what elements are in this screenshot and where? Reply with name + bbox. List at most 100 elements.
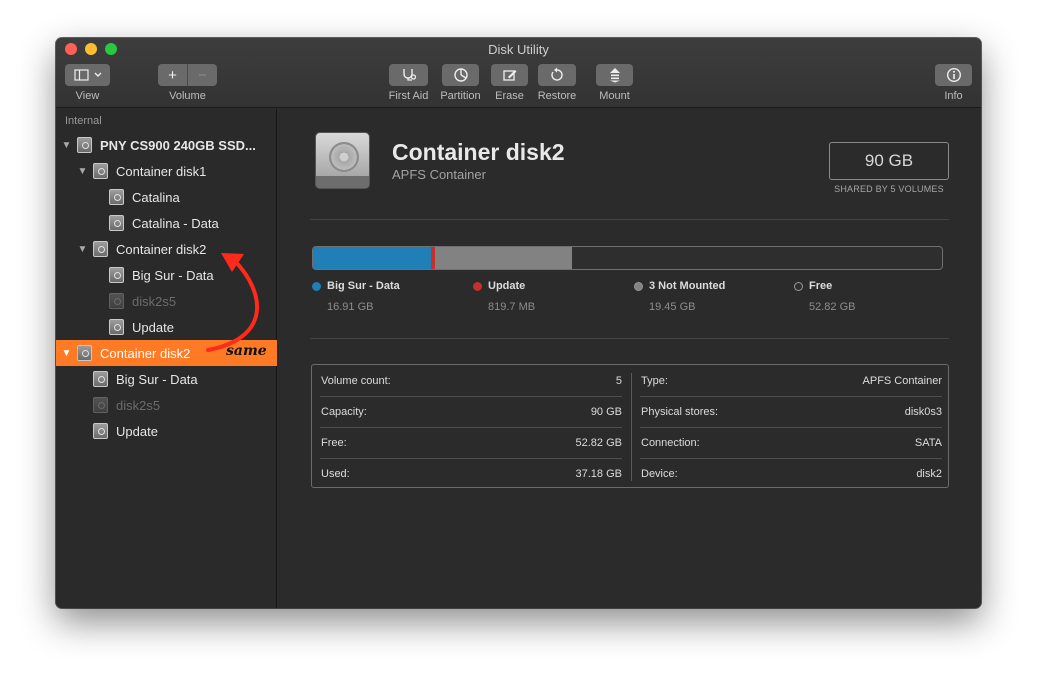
- erase-button[interactable]: [491, 64, 528, 86]
- restore-label: Restore: [537, 90, 577, 102]
- sidebar-item-volume[interactable]: Catalina: [56, 184, 277, 210]
- hard-disk-icon: [77, 137, 92, 153]
- legend-name: Update: [488, 280, 526, 292]
- detail-row: Volume count: 5: [312, 365, 622, 396]
- detail-value: disk2: [916, 467, 942, 480]
- volume-segment: + −: [158, 64, 217, 86]
- sidebar-item-label: Big Sur - Data: [132, 267, 214, 283]
- restore-button[interactable]: [538, 64, 576, 86]
- detail-row: Capacity: 90 GB: [312, 396, 622, 427]
- sidebar-item-volume[interactable]: Update: [56, 418, 277, 444]
- remove-volume-button[interactable]: −: [187, 64, 217, 86]
- usage-segment-big-sur-data: [313, 247, 431, 269]
- detail-value: 52.82 GB: [575, 436, 622, 449]
- sidebar-item-label: Container disk2: [116, 241, 207, 257]
- legend-name: Free: [809, 280, 833, 292]
- device-size-note: SHARED BY 5 VOLUMES: [834, 184, 944, 194]
- legend-update: Update 819.7 MB: [473, 280, 535, 313]
- info-button[interactable]: [935, 64, 972, 86]
- detail-label: Volume count:: [321, 374, 391, 387]
- detail-value: 90 GB: [590, 405, 622, 418]
- hard-disk-icon: [93, 371, 108, 387]
- first-aid-button[interactable]: [389, 64, 428, 86]
- details-table: Volume count: 5 Capacity: 90 GB Free: 52.82…: [311, 364, 949, 488]
- divider: [310, 219, 949, 220]
- toolbar: Disk Utility View + − Volume First Aid P…: [56, 38, 981, 108]
- detail-value: APFS Container: [862, 374, 942, 387]
- legend-value: 16.91 GB: [327, 301, 374, 313]
- hard-disk-icon: [109, 215, 124, 231]
- info-icon: [946, 67, 961, 83]
- detail-label: Used:: [321, 467, 350, 480]
- hard-disk-icon: [109, 293, 124, 309]
- detail-value: 37.18 GB: [575, 467, 622, 480]
- detail-row: Connection: SATA: [632, 427, 942, 458]
- sidebar-item-volume-unmounted[interactable]: disk2s5: [56, 392, 277, 418]
- detail-row: Device: disk2: [632, 458, 942, 489]
- sidebar-item-container-disk2[interactable]: ▼ Container disk2: [56, 236, 277, 262]
- disclosure-triangle-icon[interactable]: ▼: [77, 166, 88, 177]
- view-label: View: [75, 90, 100, 102]
- legend-value: 19.45 GB: [649, 301, 696, 313]
- device-size: 90 GB: [829, 142, 949, 180]
- detail-value: 5: [615, 374, 622, 387]
- legend-value: 52.82 GB: [809, 301, 856, 313]
- usage-bar: [312, 246, 943, 270]
- view-button[interactable]: [65, 64, 110, 86]
- hard-disk-icon: [315, 132, 370, 189]
- disclosure-triangle-icon[interactable]: ▼: [61, 140, 72, 151]
- sidebar-item-label: Catalina - Data: [132, 215, 219, 231]
- hard-disk-icon: [109, 319, 124, 335]
- detail-label: Free:: [321, 436, 347, 449]
- sidebar-item-label: Container disk2: [100, 345, 191, 361]
- sidebar-item-container-disk1[interactable]: ▼ Container disk1: [56, 158, 277, 184]
- sidebar-item-volume[interactable]: Catalina - Data: [56, 210, 277, 236]
- sidebar-item-volume[interactable]: Update: [56, 314, 277, 340]
- legend-not-mounted: 3 Not Mounted 19.45 GB: [634, 280, 725, 313]
- sidebar-item-label: Update: [132, 319, 174, 335]
- detail-value: SATA: [914, 436, 942, 449]
- legend-name: Big Sur - Data: [327, 280, 400, 292]
- detail-label: Physical stores:: [641, 405, 719, 418]
- restore-icon: [551, 67, 563, 81]
- sidebar-item-volume[interactable]: Big Sur - Data: [56, 262, 277, 288]
- legend-free: Free 52.82 GB: [794, 280, 855, 313]
- legend-dot: [634, 281, 643, 291]
- partition-label: Partition: [440, 90, 481, 102]
- sidebar-item-label: PNY CS900 240GB SSD...: [100, 137, 256, 153]
- sidebar-item-volume-unmounted[interactable]: disk2s5: [56, 288, 277, 314]
- stethoscope-icon: [402, 69, 416, 81]
- disclosure-triangle-icon[interactable]: ▼: [77, 244, 88, 255]
- sidebar-item-label: Catalina: [132, 189, 180, 205]
- add-volume-button[interactable]: +: [158, 64, 187, 86]
- divider: [310, 338, 949, 339]
- mount-button[interactable]: [596, 64, 633, 86]
- detail-label: Device:: [641, 467, 678, 480]
- hard-disk-icon: [109, 267, 124, 283]
- sidebar-section-internal: Internal: [65, 115, 102, 127]
- detail-row: Physical stores: disk0s3: [632, 396, 942, 427]
- legend-big-sur-data: Big Sur - Data 16.91 GB: [312, 280, 400, 313]
- legend-dot: [473, 281, 482, 291]
- sidebar-item-label: Update: [116, 423, 158, 439]
- detail-value: disk0s3: [904, 405, 942, 418]
- sidebar-item-disk[interactable]: ▼ PNY CS900 240GB SSD...: [56, 132, 277, 158]
- detail-label: Type:: [641, 374, 668, 387]
- sidebar-item-label: Big Sur - Data: [116, 371, 198, 387]
- annotation-text: same: [226, 343, 267, 359]
- sidebar-item-label: disk2s5: [116, 397, 161, 413]
- hard-disk-icon: [109, 189, 124, 205]
- disclosure-triangle-icon[interactable]: ▼: [61, 348, 72, 359]
- hard-disk-icon: [93, 423, 108, 439]
- detail-row: Used: 37.18 GB: [312, 458, 622, 489]
- partition-icon: [453, 68, 468, 82]
- volume-label: Volume: [169, 90, 206, 102]
- hard-disk-icon: [93, 163, 108, 179]
- hard-disk-icon: [77, 345, 92, 361]
- detail-label: Connection:: [641, 436, 700, 449]
- sidebar-toggle-icon: [73, 69, 101, 81]
- sidebar-item-volume[interactable]: Big Sur - Data: [56, 366, 277, 392]
- mount-label: Mount: [599, 90, 630, 102]
- detail-pane: Container disk2 APFS Container 90 GB SHA…: [278, 109, 981, 608]
- partition-button[interactable]: [442, 64, 479, 86]
